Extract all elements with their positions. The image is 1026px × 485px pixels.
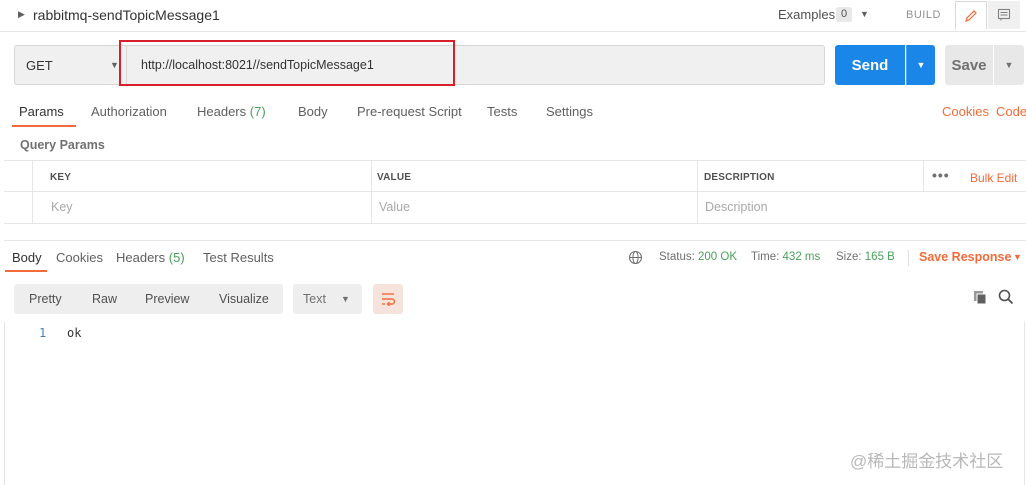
tab-headers[interactable]: Headers (7)	[197, 104, 266, 119]
examples-dropdown-caret-icon[interactable]: ▼	[860, 9, 869, 19]
status-label: Status:	[659, 251, 695, 263]
copy-icon[interactable]	[973, 290, 988, 305]
response-body-line[interactable]: ok	[67, 326, 81, 340]
tab-settings[interactable]: Settings	[546, 104, 593, 119]
wrap-lines-button[interactable]	[373, 284, 403, 314]
method-select[interactable]: GET ▼	[14, 45, 126, 85]
response-body-border	[4, 322, 5, 485]
pencil-icon	[965, 9, 977, 22]
response-tab-test-results[interactable]: Test Results	[203, 250, 274, 265]
response-size: Size: 165 B	[836, 251, 895, 263]
response-body-border	[1024, 322, 1025, 485]
save-button[interactable]: Save	[945, 45, 993, 85]
key-input[interactable]: Key	[51, 200, 73, 214]
time-label: Time:	[751, 251, 780, 263]
watermark: @稀土掘金技术社区	[850, 452, 1004, 471]
column-header-value: VALUE	[377, 172, 412, 183]
format-raw[interactable]: Raw	[92, 292, 117, 306]
response-tab-headers[interactable]: Headers (5)	[116, 250, 185, 265]
column-divider	[923, 161, 924, 191]
chevron-down-icon: ▼	[341, 294, 350, 304]
tab-pre-request-script[interactable]: Pre-request Script	[357, 104, 462, 119]
edit-button[interactable]	[955, 1, 987, 29]
bulk-edit-link[interactable]: Bulk Edit	[970, 171, 1017, 185]
time-value: 432 ms	[782, 251, 821, 263]
response-tab-body[interactable]: Body	[12, 250, 42, 265]
tab-headers-label: Headers	[197, 104, 247, 119]
tab-tests[interactable]: Tests	[487, 104, 517, 119]
comment-icon	[997, 8, 1011, 21]
column-divider	[697, 161, 698, 223]
content-type-select[interactable]: Text ▼	[293, 284, 362, 314]
cookies-link[interactable]: Cookies	[942, 104, 989, 119]
tab-authorization[interactable]: Authorization	[91, 104, 167, 119]
chevron-down-icon: ▼	[110, 60, 119, 70]
examples-label[interactable]: Examples	[778, 7, 835, 22]
format-toggle-group: Pretty Raw Preview Visualize	[14, 284, 283, 314]
format-pretty[interactable]: Pretty	[29, 292, 62, 306]
response-time: Time: 432 ms	[751, 251, 820, 263]
search-icon[interactable]	[998, 289, 1014, 305]
size-label: Size:	[836, 251, 862, 263]
request-title[interactable]: rabbitmq-sendTopicMessage1	[33, 7, 220, 23]
query-params-title: Query Params	[20, 138, 105, 152]
separator	[908, 250, 909, 266]
active-tab-indicator	[5, 270, 47, 272]
query-params-table: KEY VALUE DESCRIPTION ••• Bulk Edit Key …	[4, 160, 1026, 224]
send-options-caret-icon[interactable]: ▼	[906, 45, 935, 85]
response-status: Status: 200 OK	[659, 251, 737, 263]
column-divider	[32, 161, 33, 223]
build-mode-label[interactable]: BUILD	[906, 9, 941, 21]
table-divider	[4, 191, 1026, 192]
response-divider	[4, 240, 1026, 241]
save-response-button[interactable]: Save Response	[919, 250, 1011, 264]
response-tab-headers-label: Headers	[116, 250, 166, 265]
save-options-caret-icon[interactable]: ▼	[994, 45, 1024, 85]
expand-caret-icon[interactable]: ▶	[18, 9, 25, 20]
tab-body[interactable]: Body	[298, 104, 328, 119]
method-label: GET	[26, 58, 53, 73]
globe-icon[interactable]	[628, 250, 643, 265]
line-number: 1	[39, 326, 47, 340]
status-value: 200 OK	[698, 251, 738, 263]
description-input[interactable]: Description	[705, 200, 768, 214]
send-button[interactable]: Send	[835, 45, 905, 85]
url-text: http://localhost:8021//sendTopicMessage1	[141, 58, 374, 72]
comments-button[interactable]	[988, 1, 1020, 29]
wrap-lines-icon	[382, 293, 396, 306]
column-header-key: KEY	[50, 172, 72, 183]
tab-headers-count: (7)	[249, 104, 266, 119]
active-tab-indicator	[12, 125, 76, 127]
response-tab-cookies[interactable]: Cookies	[56, 250, 103, 265]
format-visualize[interactable]: Visualize	[219, 292, 269, 306]
content-type-label: Text	[303, 292, 326, 306]
column-header-description: DESCRIPTION	[704, 172, 775, 183]
tab-params[interactable]: Params	[19, 104, 64, 119]
code-link[interactable]: Code	[996, 104, 1026, 119]
examples-count-badge: 0	[836, 7, 852, 22]
chevron-down-icon[interactable]: ▼	[1013, 252, 1022, 262]
request-title-bar: ▶ rabbitmq-sendTopicMessage1 Examples 0 …	[0, 0, 1026, 32]
more-options-icon[interactable]: •••	[932, 167, 950, 183]
response-tab-headers-count: (5)	[168, 250, 185, 265]
value-input[interactable]: Value	[379, 200, 410, 214]
column-divider	[371, 161, 372, 223]
size-value: 165 B	[864, 251, 895, 263]
url-input[interactable]: http://localhost:8021//sendTopicMessage1	[126, 45, 825, 85]
format-preview[interactable]: Preview	[145, 292, 189, 306]
